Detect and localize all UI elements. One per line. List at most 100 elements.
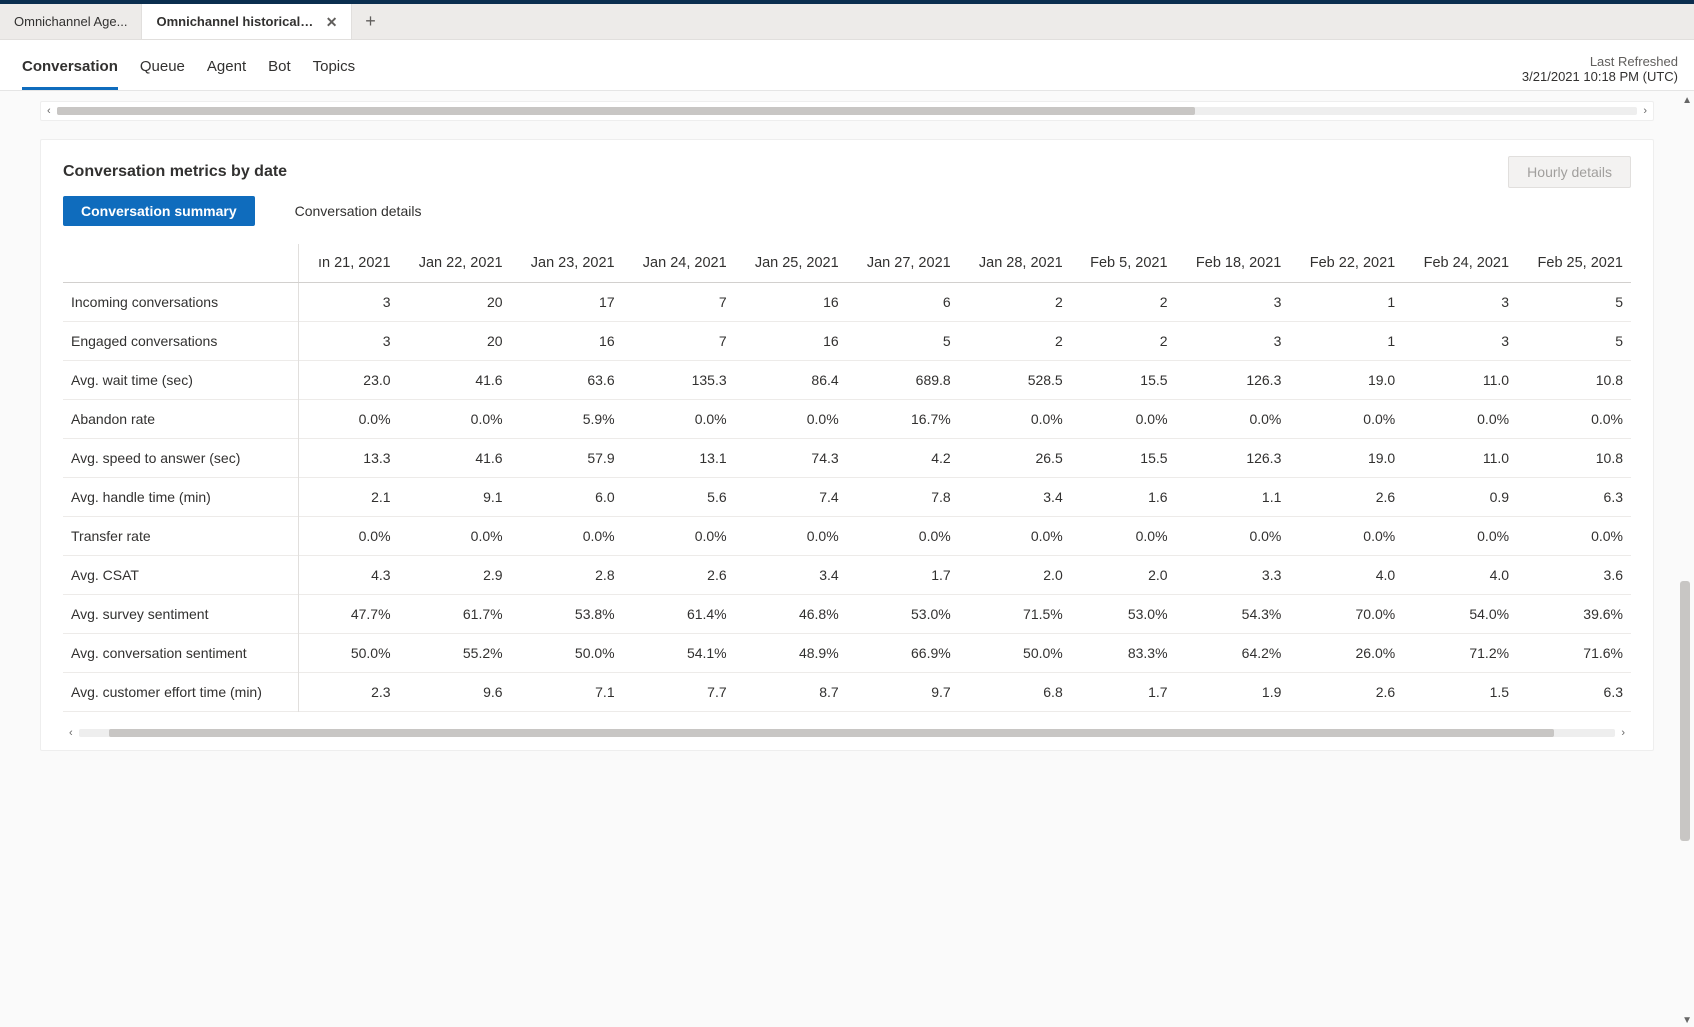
metric-value-cell: 2.9 bbox=[399, 556, 511, 595]
table-row: Avg. conversation sentiment50.0%55.2%50.… bbox=[63, 634, 1631, 673]
metric-value-cell: 2 bbox=[959, 283, 1071, 322]
upper-horizontal-scrollbar[interactable]: ‹ › bbox=[41, 102, 1653, 120]
scroll-up-icon[interactable]: ▲ bbox=[1682, 95, 1692, 106]
vertical-scrollbar-thumb[interactable] bbox=[1680, 581, 1690, 841]
column-header[interactable]: Feb 25, 2021 bbox=[1517, 244, 1631, 283]
metric-value-cell: 50.0% bbox=[299, 634, 399, 673]
column-header[interactable]: Feb 24, 2021 bbox=[1403, 244, 1517, 283]
hourly-details-button[interactable]: Hourly details bbox=[1508, 156, 1631, 188]
metric-value-cell: 126.3 bbox=[1176, 439, 1290, 478]
metric-value-cell: 5 bbox=[1517, 283, 1631, 322]
scroll-track[interactable] bbox=[57, 107, 1638, 115]
metric-value-cell: 0.0% bbox=[1517, 400, 1631, 439]
metric-value-cell: 4.2 bbox=[847, 439, 959, 478]
metric-value-cell: 2 bbox=[1071, 322, 1176, 361]
scroll-down-icon[interactable]: ▼ bbox=[1682, 1015, 1692, 1026]
tab-omnichannel-age[interactable]: Omnichannel Age... bbox=[0, 4, 142, 39]
metric-name-cell: Avg. survey sentiment bbox=[63, 595, 299, 634]
metric-value-cell: 16.7% bbox=[847, 400, 959, 439]
metric-value-cell: 15.5 bbox=[1071, 361, 1176, 400]
close-icon[interactable]: ✕ bbox=[326, 15, 338, 29]
metric-value-cell: 3 bbox=[299, 322, 399, 361]
column-header[interactable]: Jan 28, 2021 bbox=[959, 244, 1071, 283]
nav-tab-topics[interactable]: Topics bbox=[313, 48, 356, 90]
metric-value-cell: 74.3 bbox=[735, 439, 847, 478]
metric-value-cell: 53.8% bbox=[511, 595, 623, 634]
metric-value-cell: 5.9% bbox=[511, 400, 623, 439]
table-row: Avg. speed to answer (sec)13.341.657.913… bbox=[63, 439, 1631, 478]
column-header[interactable]: Jan 27, 2021 bbox=[847, 244, 959, 283]
metric-value-cell: 26.5 bbox=[959, 439, 1071, 478]
page-header: Conversation Queue Agent Bot Topics Last… bbox=[0, 40, 1694, 91]
column-header[interactable]: ın 21, 2021 bbox=[299, 244, 399, 283]
column-header[interactable]: Jan 22, 2021 bbox=[399, 244, 511, 283]
last-refreshed-value: 3/21/2021 10:18 PM (UTC) bbox=[1522, 69, 1678, 84]
metric-value-cell: 7.7 bbox=[623, 673, 735, 712]
metric-value-cell: 528.5 bbox=[959, 361, 1071, 400]
metric-value-cell: 71.6% bbox=[1517, 634, 1631, 673]
metric-value-cell: 1.7 bbox=[847, 556, 959, 595]
nav-tabs: Conversation Queue Agent Bot Topics bbox=[22, 48, 355, 90]
last-refreshed: Last Refreshed 3/21/2021 10:18 PM (UTC) bbox=[1522, 54, 1678, 90]
tab-omnichannel-historical[interactable]: Omnichannel historical an... ✕ bbox=[142, 4, 352, 39]
metric-value-cell: 4.0 bbox=[1403, 556, 1517, 595]
column-header[interactable]: Feb 22, 2021 bbox=[1289, 244, 1403, 283]
metric-value-cell: 54.1% bbox=[623, 634, 735, 673]
column-header[interactable]: Feb 18, 2021 bbox=[1176, 244, 1290, 283]
scroll-thumb[interactable] bbox=[57, 107, 1195, 115]
metric-value-cell: 0.0% bbox=[623, 517, 735, 556]
metric-value-cell: 7.1 bbox=[511, 673, 623, 712]
metric-name-cell: Avg. wait time (sec) bbox=[63, 361, 299, 400]
metric-value-cell: 3 bbox=[1403, 283, 1517, 322]
scroll-left-icon[interactable]: ‹ bbox=[63, 727, 79, 739]
sub-tabs: Conversation summary Conversation detail… bbox=[41, 196, 1653, 234]
metric-value-cell: 16 bbox=[511, 322, 623, 361]
nav-tab-queue[interactable]: Queue bbox=[140, 48, 185, 90]
nav-tab-conversation[interactable]: Conversation bbox=[22, 48, 118, 90]
nav-tab-bot[interactable]: Bot bbox=[268, 48, 291, 90]
metric-value-cell: 13.1 bbox=[623, 439, 735, 478]
table-row: Incoming conversations320177166223135 bbox=[63, 283, 1631, 322]
scroll-track[interactable] bbox=[79, 729, 1616, 737]
metric-value-cell: 0.9 bbox=[1403, 478, 1517, 517]
metric-value-cell: 0.0% bbox=[735, 517, 847, 556]
metric-name-cell: Avg. speed to answer (sec) bbox=[63, 439, 299, 478]
metric-value-cell: 3.3 bbox=[1176, 556, 1290, 595]
new-tab-button[interactable]: + bbox=[352, 4, 388, 39]
metric-value-cell: 6 bbox=[847, 283, 959, 322]
table-horizontal-scrollbar[interactable]: ‹ › bbox=[63, 726, 1631, 740]
table-row: Transfer rate0.0%0.0%0.0%0.0%0.0%0.0%0.0… bbox=[63, 517, 1631, 556]
sub-tab-summary[interactable]: Conversation summary bbox=[63, 196, 255, 226]
metric-value-cell: 61.4% bbox=[623, 595, 735, 634]
metric-value-cell: 86.4 bbox=[735, 361, 847, 400]
column-header[interactable]: Jan 23, 2021 bbox=[511, 244, 623, 283]
metric-value-cell: 55.2% bbox=[399, 634, 511, 673]
metric-value-cell: 3.4 bbox=[735, 556, 847, 595]
nav-tab-agent[interactable]: Agent bbox=[207, 48, 246, 90]
metric-value-cell: 4.3 bbox=[299, 556, 399, 595]
column-header[interactable]: Jan 24, 2021 bbox=[623, 244, 735, 283]
metrics-table: ın 21, 2021Jan 22, 2021Jan 23, 2021Jan 2… bbox=[63, 244, 1631, 712]
column-header[interactable]: Feb 5, 2021 bbox=[1071, 244, 1176, 283]
scroll-left-icon[interactable]: ‹ bbox=[41, 105, 57, 117]
metric-value-cell: 3.6 bbox=[1517, 556, 1631, 595]
card-title: Conversation metrics by date bbox=[63, 163, 1508, 181]
scroll-right-icon[interactable]: › bbox=[1615, 727, 1631, 739]
metric-value-cell: 6.8 bbox=[959, 673, 1071, 712]
sub-tab-details[interactable]: Conversation details bbox=[277, 196, 440, 226]
metric-value-cell: 7.4 bbox=[735, 478, 847, 517]
metric-name-cell: Avg. customer effort time (min) bbox=[63, 673, 299, 712]
scroll-thumb[interactable] bbox=[109, 729, 1553, 737]
metric-value-cell: 16 bbox=[735, 322, 847, 361]
metric-value-cell: 6.3 bbox=[1517, 673, 1631, 712]
metric-value-cell: 71.2% bbox=[1403, 634, 1517, 673]
column-header[interactable]: Jan 25, 2021 bbox=[735, 244, 847, 283]
metric-value-cell: 0.0% bbox=[399, 517, 511, 556]
metric-value-cell: 135.3 bbox=[623, 361, 735, 400]
table-row: Avg. customer effort time (min)2.39.67.1… bbox=[63, 673, 1631, 712]
metric-value-cell: 5 bbox=[847, 322, 959, 361]
scroll-right-icon[interactable]: › bbox=[1637, 105, 1653, 117]
metric-value-cell: 41.6 bbox=[399, 361, 511, 400]
table-row: Avg. handle time (min)2.19.16.05.67.47.8… bbox=[63, 478, 1631, 517]
metric-value-cell: 46.8% bbox=[735, 595, 847, 634]
